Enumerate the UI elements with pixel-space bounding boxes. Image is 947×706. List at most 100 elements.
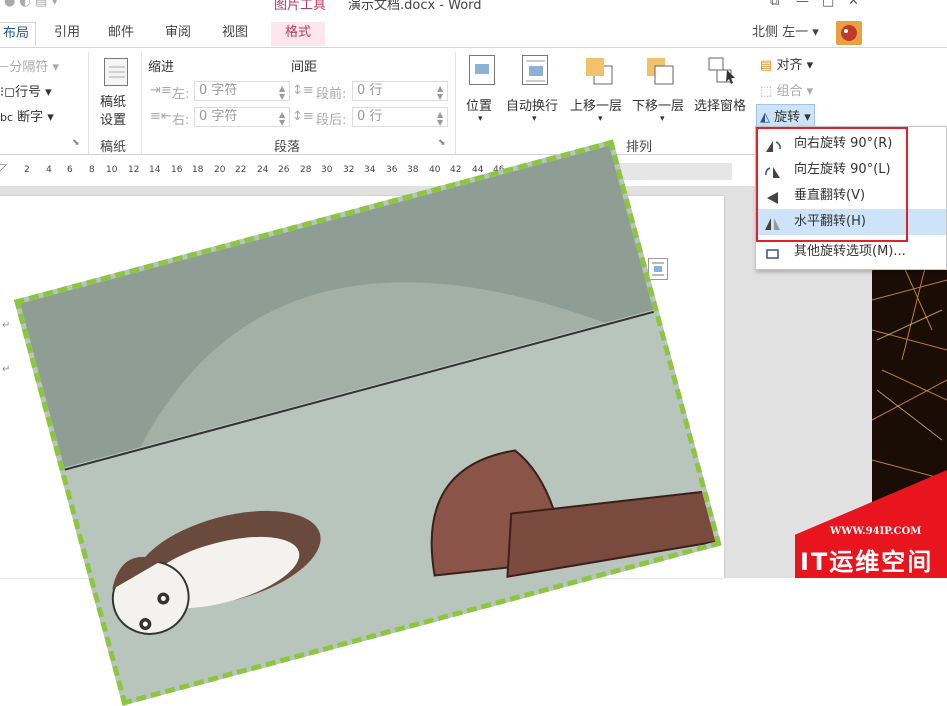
minimize-button[interactable]: — xyxy=(796,0,809,9)
ruler-tick: 34 xyxy=(364,165,376,175)
tab-view[interactable]: 视图 xyxy=(222,22,248,46)
dialog-launcher-icon[interactable]: ⬊ xyxy=(438,138,446,148)
wrap-text-button[interactable]: 自动换行 xyxy=(506,95,558,114)
quick-access-toolbar[interactable]: ● ◐ ▤ ▾ xyxy=(4,0,58,9)
chevron-down-icon: ▾ xyxy=(598,114,603,124)
send-backward-icon xyxy=(645,56,677,86)
group-icon: ⬚ xyxy=(760,84,773,99)
tab-layout[interactable]: 布局 xyxy=(0,22,37,46)
align-label: 对齐 ▾ xyxy=(776,58,814,73)
ruler-tick: 26 xyxy=(278,165,290,175)
chevron-down-icon: ▾ xyxy=(660,114,665,124)
spinner-icon[interactable]: ▲ ▼ xyxy=(437,111,443,127)
spacing-header: 间距 xyxy=(291,60,318,75)
spacing-before-input[interactable]: 0 行 xyxy=(352,81,448,101)
ruler-tick: 6 xyxy=(67,165,73,175)
rotate-icon: ◭ xyxy=(760,110,770,125)
ruler-indent-marker-icon[interactable]: ◸ xyxy=(0,161,7,175)
position-icon xyxy=(469,55,495,85)
columns-button[interactable]: ⊢分隔符 ▾ xyxy=(0,56,59,75)
ruler-tick: 10 xyxy=(106,165,118,175)
ruler-tick: 28 xyxy=(300,165,312,175)
ruler-tick: 14 xyxy=(149,165,161,175)
spinner-icon[interactable]: ▲ ▼ xyxy=(279,85,285,101)
draft-paper-icon xyxy=(104,58,128,86)
horizontal-ruler[interactable]: ◸ 2 4 6 8 10 12 14 16 18 20 22 24 26 28 … xyxy=(0,157,760,185)
menu-item-label: 其他旋转选项(M)... xyxy=(794,244,906,259)
tab-format[interactable]: 格式 xyxy=(271,22,326,46)
ruler-tick: 32 xyxy=(343,165,355,175)
spacing-before-label: 段前: xyxy=(316,87,347,102)
align-icon: ▤ xyxy=(760,58,773,73)
draft-group-label: 稿纸 xyxy=(100,140,127,155)
draft-paper-button[interactable]: 稿纸 设置 xyxy=(100,94,126,130)
spacing-after-input[interactable]: 0 行 xyxy=(352,107,448,127)
indent-right-label: 右: xyxy=(172,113,190,128)
tab-review[interactable]: 审阅 xyxy=(165,22,191,46)
position-button[interactable]: 位置 xyxy=(466,95,492,114)
selection-pane-button[interactable]: 选择窗格 xyxy=(694,95,746,114)
ruler-tick: 4 xyxy=(46,165,52,175)
indent-header: 缩进 xyxy=(148,60,175,75)
maximize-button[interactable]: □ xyxy=(822,0,834,9)
send-backward-button[interactable]: 下移一层 xyxy=(632,95,684,114)
picture-tools-label: 图片工具 xyxy=(274,0,327,13)
watermark-brand: IT运维空间 xyxy=(800,548,934,576)
line-numbers-button[interactable]: ⁝◻行号 ▾ xyxy=(0,81,52,100)
dialog-launcher-icon[interactable]: ⬊ xyxy=(72,138,80,148)
user-name[interactable]: 北侧 左一 ▾ xyxy=(752,22,819,46)
line-numbers-icon: ◻ xyxy=(4,85,15,100)
ribbon-tabs: 布局 引用 邮件 审阅 视图 格式 北侧 左一 ▾ xyxy=(0,18,947,48)
chevron-down-icon: ▾ xyxy=(478,114,483,124)
restore-icon[interactable]: ⧉ xyxy=(770,0,779,9)
ruler-tick: 12 xyxy=(128,165,140,175)
hyphenation-button[interactable]: bc 断字 ▾ xyxy=(0,106,54,125)
spinner-icon[interactable]: ▲ ▼ xyxy=(279,111,285,127)
hyphenation-icon: bc xyxy=(0,111,14,124)
bring-forward-icon xyxy=(584,56,616,86)
more-rotation-icon xyxy=(764,245,782,271)
paragraph-group-label: 段落 xyxy=(274,140,301,155)
spacing-before-icon: ↕≡ xyxy=(292,83,314,98)
menu-item-more-rotation[interactable]: 其他旋转选项(M)... xyxy=(756,239,946,265)
group-button[interactable]: ⬚ 组合 ▾ xyxy=(760,80,813,99)
ruler-tick: 16 xyxy=(171,165,183,175)
ruler-tick: 36 xyxy=(386,165,398,175)
paragraph-mark-icon: ↵ xyxy=(2,320,11,331)
tab-references[interactable]: 引用 xyxy=(54,22,80,46)
ruler-tick: 22 xyxy=(235,165,247,175)
spacing-after-label: 段后: xyxy=(316,113,347,128)
ruler-tick: 42 xyxy=(450,165,462,175)
avatar[interactable] xyxy=(836,21,862,45)
divider xyxy=(455,52,456,154)
spinner-icon[interactable]: ▲ ▼ xyxy=(437,85,443,101)
watermark-url: WWW.94IP.COM xyxy=(830,526,922,537)
ruler-tick: 24 xyxy=(257,165,269,175)
line-numbers-label: 行号 ▾ xyxy=(14,85,52,100)
close-button[interactable]: ✕ xyxy=(848,0,859,9)
selection-pane-icon xyxy=(707,56,739,86)
layout-options-icon[interactable] xyxy=(648,258,668,280)
ruler-tick: 8 xyxy=(89,165,95,175)
indent-left-label: 左: xyxy=(172,87,190,102)
bring-forward-button[interactable]: 上移一层 xyxy=(570,95,622,114)
columns-label: 分隔符 ▾ xyxy=(9,60,59,75)
indent-left-input[interactable]: 0 字符 xyxy=(194,81,290,101)
document-title: 演示文档.docx - Word xyxy=(348,0,482,13)
ruler-tick: 18 xyxy=(192,165,204,175)
ruler-tick: 40 xyxy=(429,165,441,175)
ruler-tick: 2 xyxy=(24,165,30,175)
align-button[interactable]: ▤ 对齐 ▾ xyxy=(760,54,813,73)
ruler-tick: 20 xyxy=(214,165,226,175)
ruler-tick: 38 xyxy=(407,165,419,175)
chevron-down-icon: ▾ xyxy=(532,114,537,124)
rotate-button[interactable]: ◭ 旋转 ▾ xyxy=(756,104,815,127)
wrap-text-icon xyxy=(522,55,548,85)
rotate-label: 旋转 ▾ xyxy=(774,110,811,125)
paragraph-mark-icon: ↵ xyxy=(2,364,11,375)
indent-right-input[interactable]: 0 字符 xyxy=(194,107,290,127)
tab-mailings[interactable]: 邮件 xyxy=(108,22,134,46)
indent-right-icon: ≡⇤ xyxy=(150,109,172,124)
highlight-annotation-box xyxy=(756,127,908,242)
arrange-group-label: 排列 xyxy=(626,140,653,155)
